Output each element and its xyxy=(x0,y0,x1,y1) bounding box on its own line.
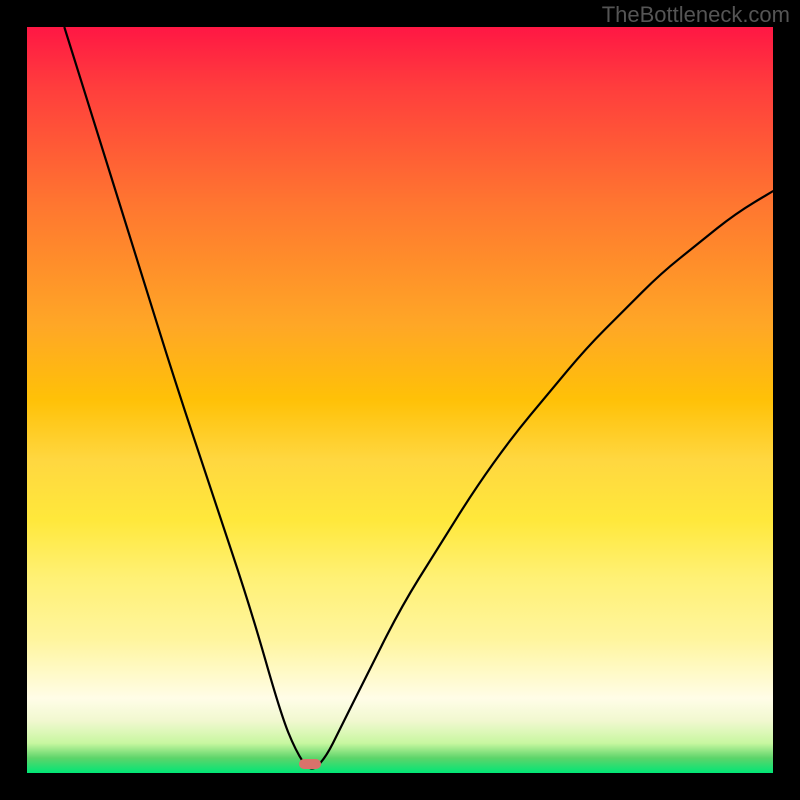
chart-plot-area xyxy=(27,27,773,773)
watermark-text: TheBottleneck.com xyxy=(602,2,790,28)
optimal-point-marker xyxy=(299,759,321,769)
bottleneck-curve xyxy=(27,27,773,773)
